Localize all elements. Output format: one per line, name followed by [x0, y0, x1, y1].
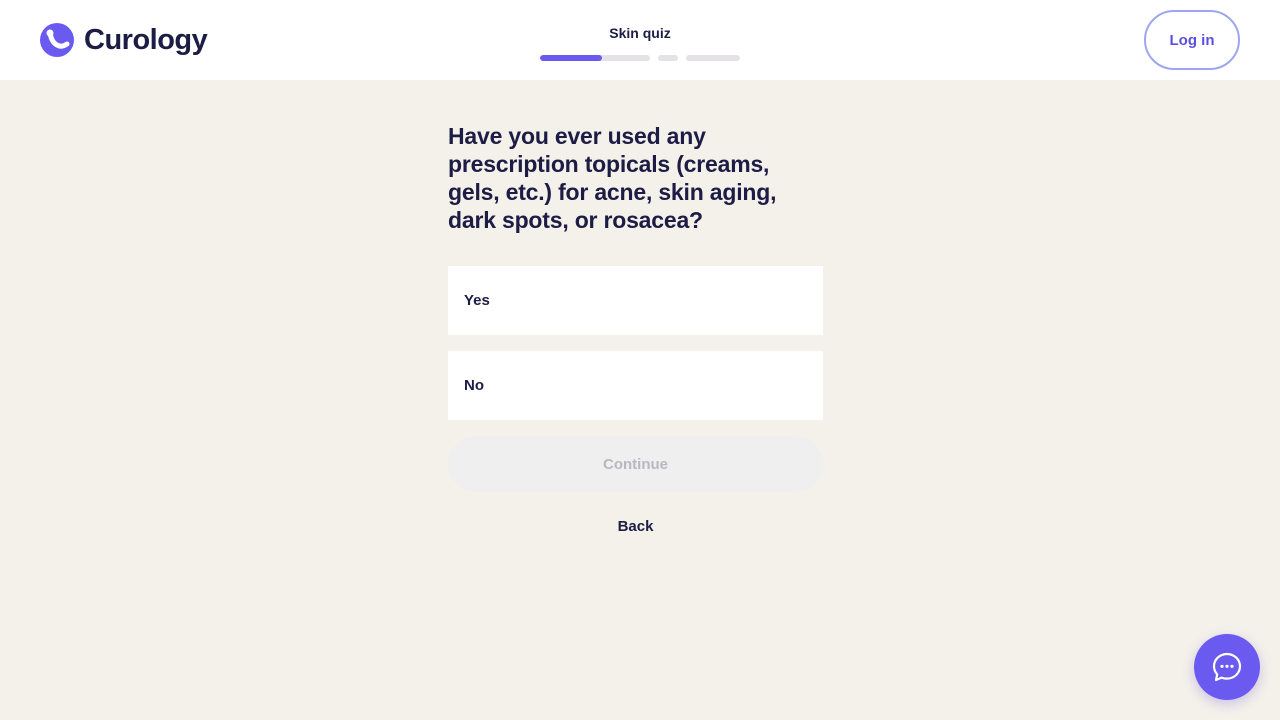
- progress-segment-1: [540, 55, 650, 61]
- curology-logo[interactable]: Curology: [40, 23, 208, 57]
- curology-logo-icon: [40, 23, 74, 57]
- quiz-header: Skin quiz: [540, 24, 740, 42]
- progress-segment-3: [686, 55, 740, 61]
- chat-launcher-button[interactable]: [1194, 634, 1260, 700]
- login-button[interactable]: Log in: [1144, 10, 1240, 70]
- answer-options: Yes No: [448, 266, 824, 420]
- brand-name: Curology: [84, 23, 208, 56]
- option-yes[interactable]: Yes: [448, 266, 823, 335]
- question-text: Have you ever used any prescription topi…: [448, 123, 777, 233]
- chat-bubble-icon: [1212, 652, 1242, 682]
- progress-segment-2: [658, 55, 678, 61]
- quiz-title: Skin quiz: [609, 25, 671, 41]
- continue-button[interactable]: Continue: [448, 436, 823, 492]
- option-no[interactable]: No: [448, 351, 823, 420]
- back-link[interactable]: Back: [448, 518, 823, 535]
- option-label: Yes: [464, 292, 490, 309]
- option-label: No: [464, 377, 484, 394]
- quiz-progress-bar: [540, 55, 740, 61]
- site-header: Curology Skin quiz Log in: [0, 0, 1280, 80]
- quiz-question-panel: Have you ever used any prescription topi…: [448, 122, 824, 535]
